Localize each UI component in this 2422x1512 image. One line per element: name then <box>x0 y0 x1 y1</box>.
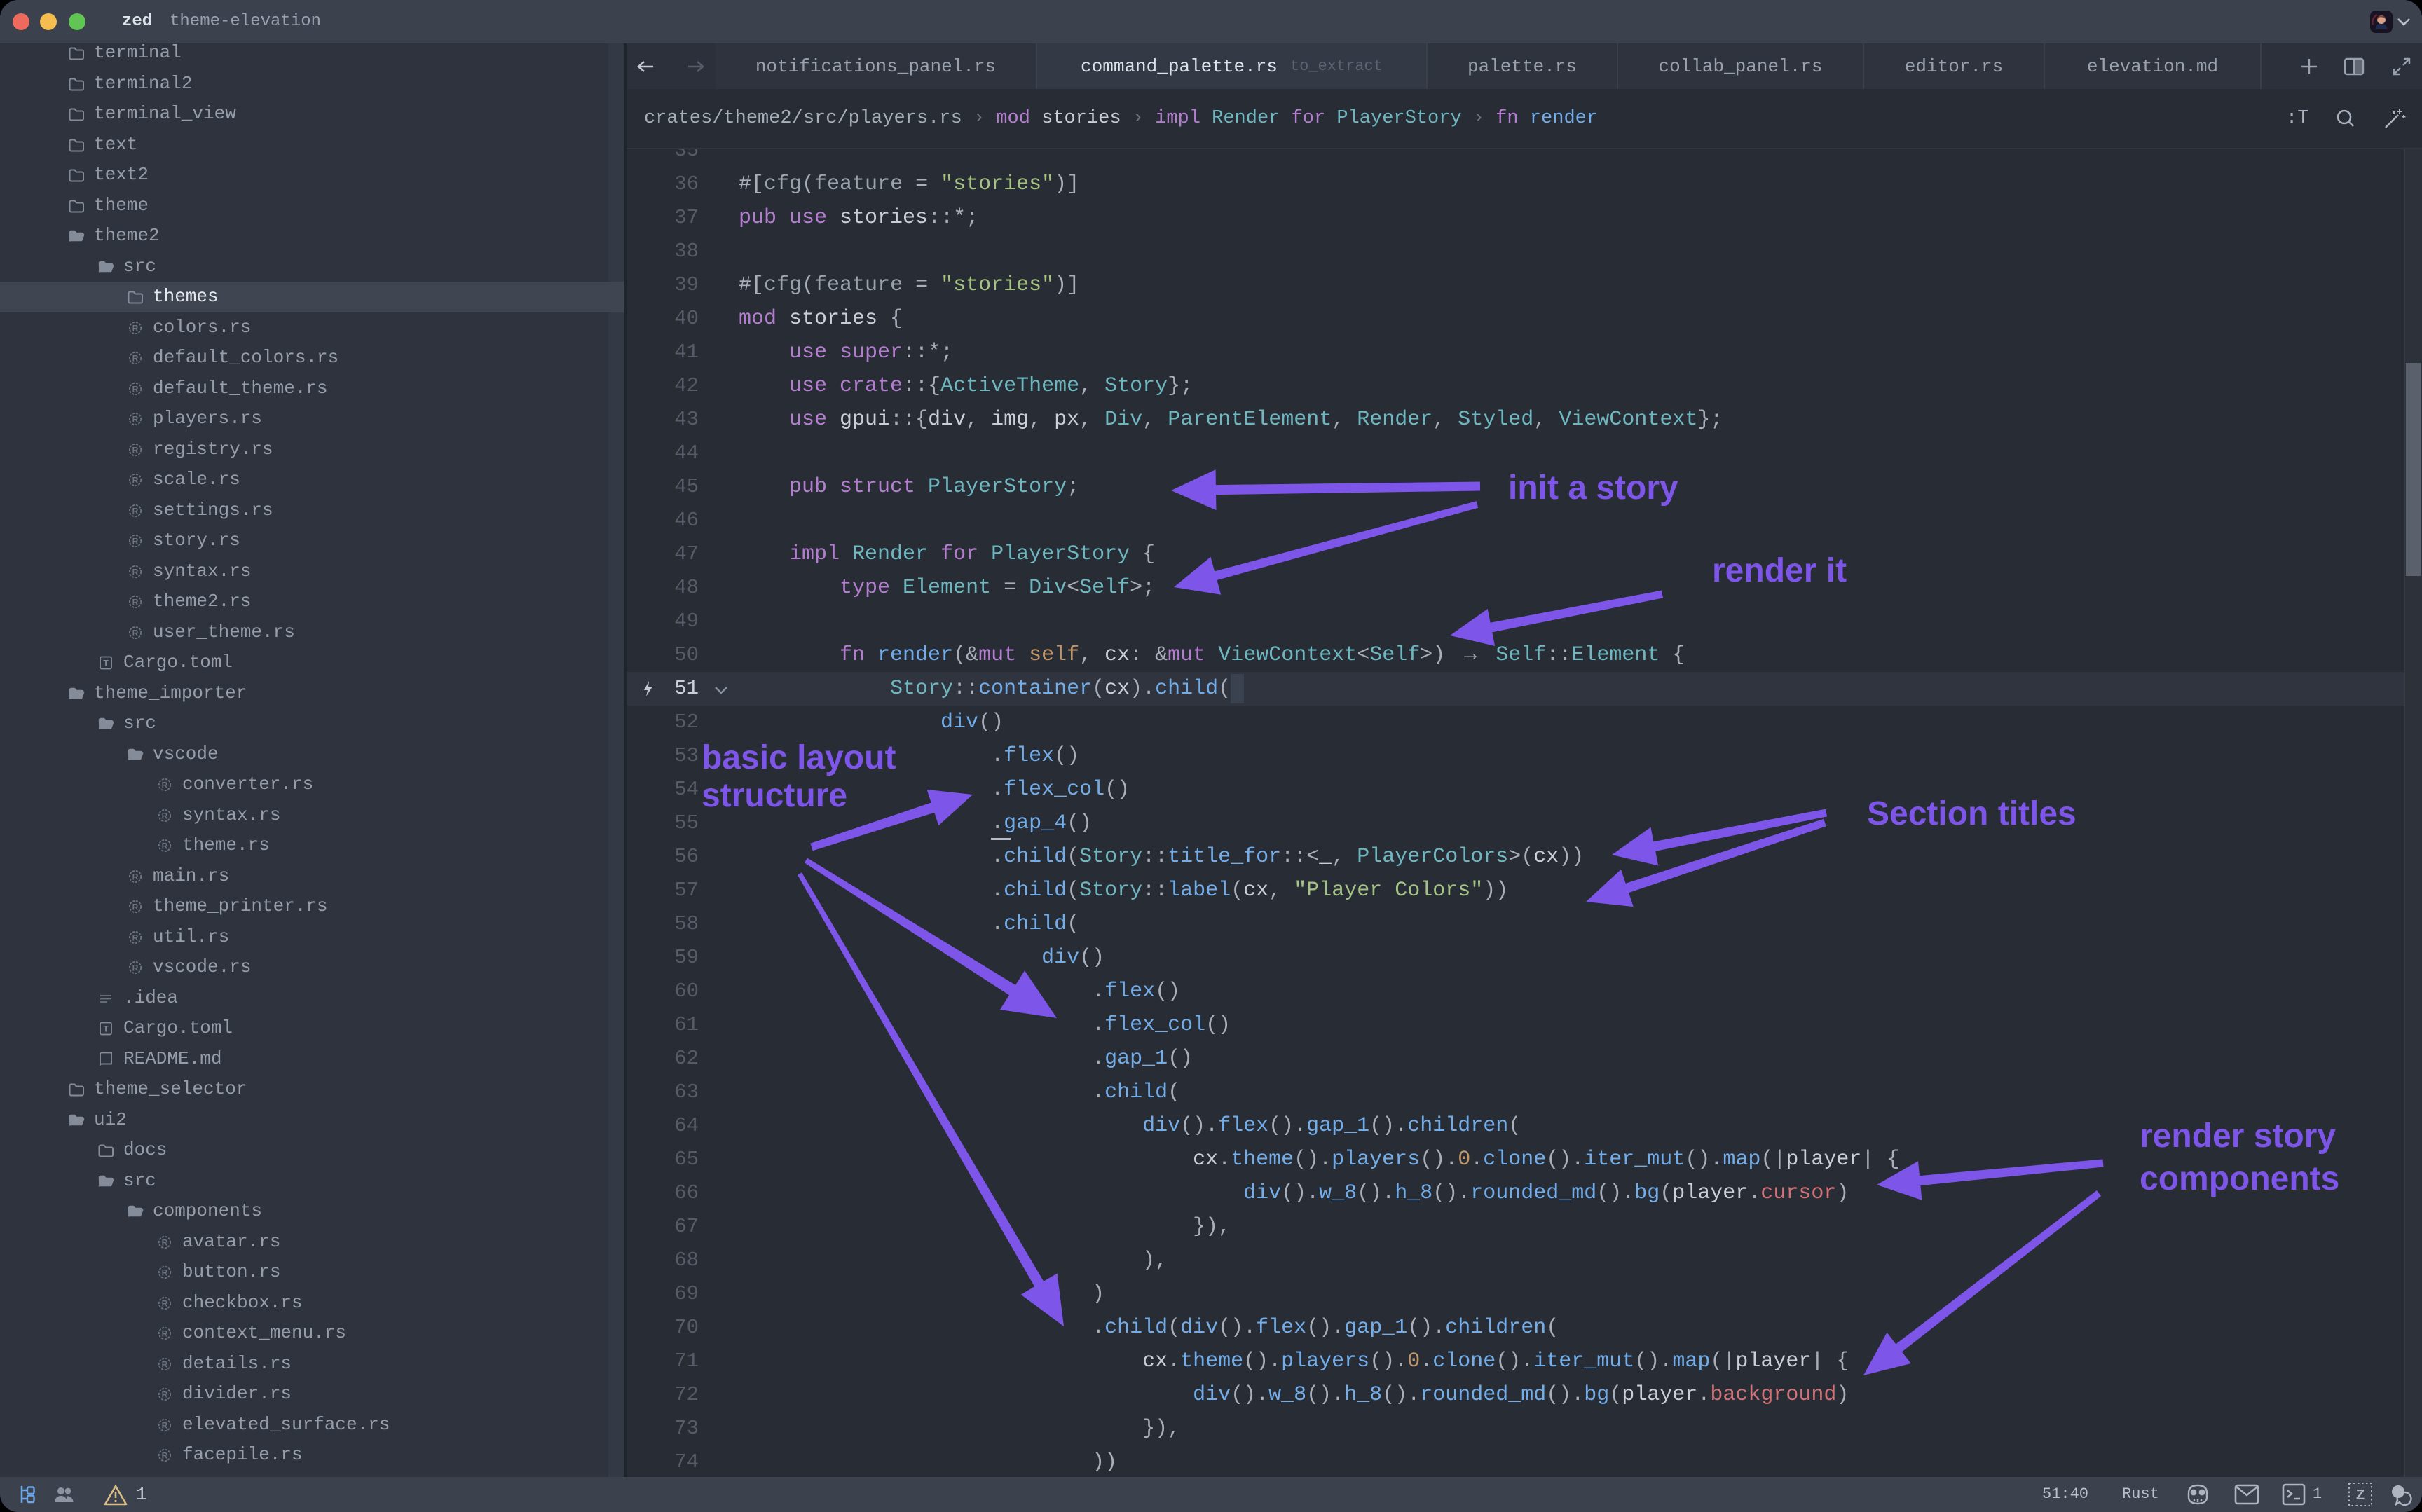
svg-text:R: R <box>132 597 139 607</box>
svg-text:R: R <box>132 384 139 394</box>
svg-text:Z: Z <box>2356 1487 2365 1503</box>
svg-text:R: R <box>162 1359 168 1369</box>
svg-text:T: T <box>103 659 109 668</box>
svg-text:R: R <box>132 506 139 516</box>
svg-text:R: R <box>132 445 139 455</box>
svg-text:R: R <box>162 1389 168 1399</box>
svg-text:T: T <box>103 1024 109 1034</box>
svg-text:R: R <box>162 1450 168 1460</box>
svg-text:R: R <box>162 841 168 851</box>
svg-text:R: R <box>162 1237 168 1247</box>
svg-text:R: R <box>132 353 139 363</box>
svg-text:R: R <box>132 567 139 577</box>
svg-text:R: R <box>162 1267 168 1277</box>
svg-text:R: R <box>132 963 139 973</box>
svg-text:R: R <box>132 933 139 942</box>
svg-text:R: R <box>132 323 139 333</box>
svg-text:R: R <box>132 414 139 424</box>
svg-text:R: R <box>132 872 139 881</box>
svg-text:R: R <box>162 1420 168 1430</box>
svg-text:R: R <box>132 902 139 912</box>
svg-text:R: R <box>132 475 139 485</box>
svg-text:R: R <box>162 811 168 820</box>
svg-text:R: R <box>162 780 168 790</box>
svg-text:R: R <box>162 1328 168 1338</box>
svg-text:R: R <box>162 1298 168 1308</box>
svg-text:R: R <box>132 628 139 638</box>
svg-text:R: R <box>132 536 139 546</box>
